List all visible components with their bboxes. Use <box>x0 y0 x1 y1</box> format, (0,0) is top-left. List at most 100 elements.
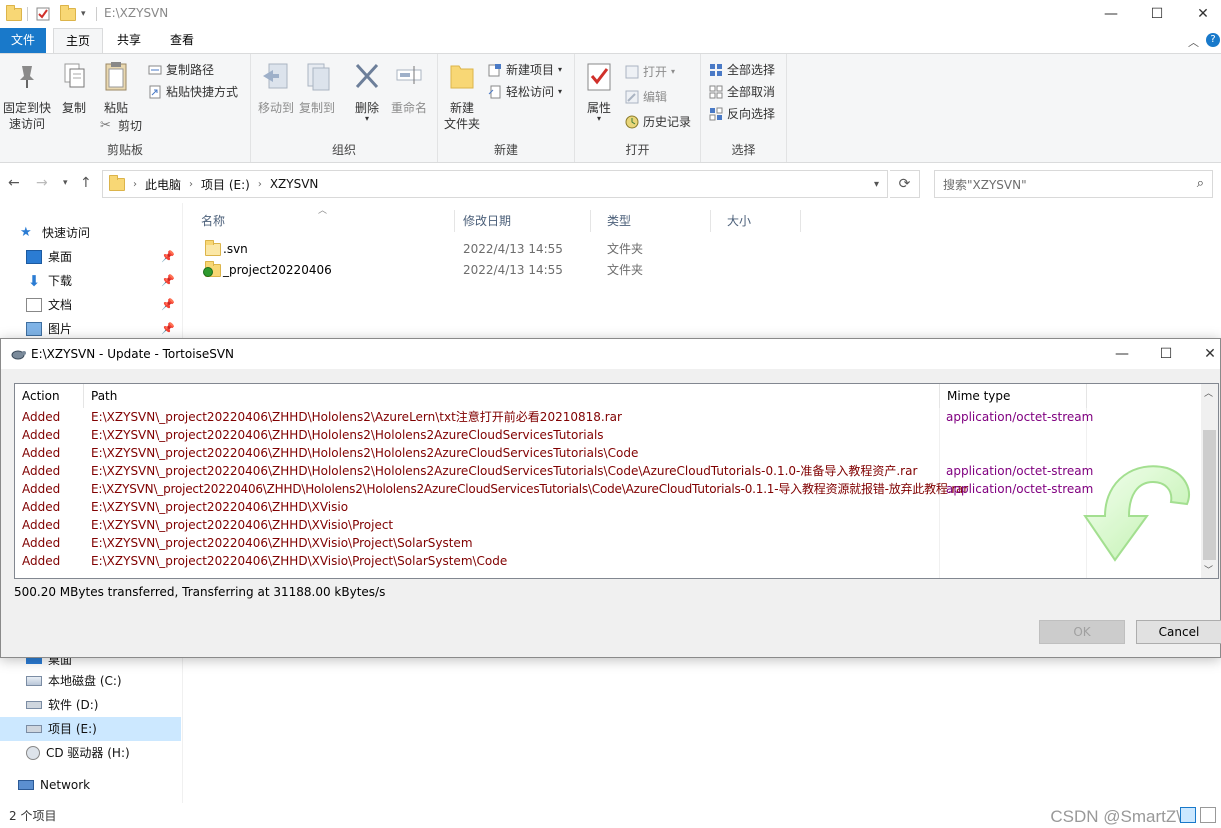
sidebar-network[interactable]: Network <box>0 773 181 797</box>
column-header-size[interactable]: 大小 <box>711 210 801 232</box>
column-header-name[interactable]: 名称 <box>185 210 455 232</box>
pin-icon[interactable]: 📌 <box>161 293 175 317</box>
tab-view[interactable]: 查看 <box>158 28 206 53</box>
up-arrow-icon[interactable]: ↑ <box>80 175 92 191</box>
address-bar[interactable]: › 此电脑 › 项目 (E:) › XZYSVN ▾ <box>102 170 888 198</box>
list-row[interactable]: Added E:\XZYSVN\_project20220406\ZHHD\Ho… <box>15 408 1205 426</box>
list-row[interactable]: Added E:\XZYSVN\_project20220406\ZHHD\Ho… <box>15 444 1205 462</box>
history-button[interactable]: 历史记录 <box>625 112 691 132</box>
sidebar-item-documents[interactable]: 文档 📌 <box>0 293 181 317</box>
invert-selection-button[interactable]: 反向选择 <box>709 104 775 124</box>
scroll-down-icon[interactable]: ﹀ <box>1204 563 1213 576</box>
sidebar-item-downloads[interactable]: ⬇ 下载 📌 <box>0 269 181 293</box>
breadcrumb-separator: › <box>133 178 137 190</box>
open-button[interactable]: 打开 ▾ <box>625 62 675 82</box>
new-folder-button[interactable]: 新建 文件夹 <box>442 60 482 132</box>
pin-icon[interactable]: 📌 <box>161 269 175 293</box>
dialog-minimize-button[interactable]: — <box>1099 340 1145 368</box>
history-icon <box>625 115 639 129</box>
ok-button[interactable]: OK <box>1039 620 1125 644</box>
file-row[interactable]: _project20220406 2022/4/13 14:55 文件夹 <box>199 260 799 281</box>
sidebar-item-drive-d[interactable]: 软件 (D:) <box>0 693 181 717</box>
copy-button[interactable]: 复制 <box>56 60 92 116</box>
list-row[interactable]: Added E:\XZYSVN\_project20220406\ZHHD\XV… <box>15 516 1205 534</box>
properties-icon[interactable] <box>36 5 50 23</box>
paste-shortcut-button[interactable]: 粘贴快捷方式 <box>148 82 238 102</box>
update-list[interactable]: Action Path Mime type Added E:\XZYSVN\_p… <box>14 383 1219 579</box>
scrollbar-thumb[interactable] <box>1203 430 1216 560</box>
forward-arrow-icon[interactable]: → <box>36 175 48 191</box>
sidebar-item-cd-drive[interactable]: CD 驱动器 (H:) <box>0 741 181 765</box>
breadcrumb-separator: › <box>189 178 194 190</box>
tab-home[interactable]: 主页 <box>53 28 104 53</box>
list-row[interactable]: Added E:\XZYSVN\_project20220406\ZHHD\Ho… <box>15 480 1205 498</box>
paste-button[interactable]: 粘贴 <box>98 60 134 116</box>
search-input[interactable]: 搜索"XZYSVN" ⌕ <box>934 170 1213 198</box>
separator <box>96 7 97 21</box>
list-row[interactable]: Added E:\XZYSVN\_project20220406\ZHHD\Ho… <box>15 426 1205 444</box>
move-to-button[interactable]: 移动到 <box>256 60 296 116</box>
file-row[interactable]: .svn 2022/4/13 14:55 文件夹 <box>199 239 799 260</box>
scissors-icon: ✂ <box>100 118 111 133</box>
item-count: 2 个项目 <box>9 809 57 823</box>
properties-button[interactable]: 属性 ▾ <box>581 60 617 123</box>
back-arrow-icon[interactable]: ← <box>8 175 20 191</box>
list-row[interactable]: Added E:\XZYSVN\_project20220406\ZHHD\XV… <box>15 534 1205 552</box>
address-dropdown-icon[interactable]: ▾ <box>874 179 879 190</box>
copy-to-icon <box>307 63 330 91</box>
delete-button[interactable]: 删除 ▾ <box>349 60 385 123</box>
rename-button[interactable]: 重命名 <box>389 60 429 116</box>
tortoisesvn-update-dialog: E:\XZYSVN - Update - TortoiseSVN — ☐ ✕ A… <box>0 338 1221 658</box>
watermark: CSDN @SmartZ\ <box>1050 807 1181 826</box>
sidebar-item-desktop[interactable]: 桌面 📌 <box>0 245 181 269</box>
folder-icon <box>6 4 22 23</box>
dialog-close-button[interactable]: ✕ <box>1187 340 1221 368</box>
pin-icon[interactable]: 📌 <box>161 245 175 269</box>
tab-share[interactable]: 共享 <box>105 28 153 53</box>
document-icon <box>26 298 42 312</box>
collapse-ribbon-icon[interactable]: ︿ <box>1188 34 1199 50</box>
help-icon[interactable]: ? <box>1206 33 1220 47</box>
minimize-button[interactable]: — <box>1088 0 1134 28</box>
copy-path-button[interactable]: 复制路径 <box>148 60 214 80</box>
svn-folder-icon <box>203 261 221 277</box>
breadcrumb-drive-e[interactable]: 项目 (E:) <box>201 176 250 193</box>
column-header-date[interactable]: 修改日期 <box>447 210 591 232</box>
picture-icon <box>26 322 42 336</box>
sidebar-item-drive-e[interactable]: 项目 (E:) <box>0 717 181 741</box>
list-row[interactable]: Added E:\XZYSVN\_project20220406\ZHHD\XV… <box>15 552 1205 570</box>
pin-quick-access-button[interactable]: 固定到快 速访问 <box>2 60 52 132</box>
select-all-button[interactable]: 全部选择 <box>709 60 775 80</box>
new-folder-icon[interactable] <box>60 4 76 23</box>
maximize-button[interactable]: ☐ <box>1134 0 1180 28</box>
column-header-action[interactable]: Action <box>15 384 84 408</box>
cut-button[interactable]: ✂ 剪切 <box>100 116 142 136</box>
large-icons-view-icon[interactable] <box>1200 807 1216 823</box>
column-header-mime[interactable]: Mime type <box>940 384 1087 408</box>
refresh-icon[interactable]: ⟳ <box>890 170 920 198</box>
details-view-icon[interactable] <box>1180 807 1196 823</box>
edit-button[interactable]: 编辑 <box>625 87 667 107</box>
column-header-path[interactable]: Path <box>84 384 940 408</box>
easy-access-button[interactable]: 轻松访问 ▾ <box>488 82 562 102</box>
breadcrumb-xzysvn[interactable]: XZYSVN <box>270 177 319 191</box>
close-button[interactable]: ✕ <box>1180 0 1221 28</box>
list-row[interactable]: Added E:\XZYSVN\_project20220406\ZHHD\Ho… <box>15 462 1205 480</box>
breadcrumb-this-pc[interactable]: 此电脑 <box>145 176 181 193</box>
scroll-up-icon[interactable]: ︿ <box>1204 386 1213 399</box>
cancel-button[interactable]: Cancel <box>1136 620 1221 644</box>
sidebar-quick-access[interactable]: ★ 快速访问 <box>0 221 181 245</box>
customize-toolbar-icon[interactable]: ▾ <box>81 5 86 23</box>
window-title: E:\XZYSVN <box>104 6 169 20</box>
select-none-button[interactable]: 全部取消 <box>709 82 775 102</box>
dialog-maximize-button[interactable]: ☐ <box>1143 340 1189 368</box>
copy-to-button[interactable]: 复制到 <box>297 60 337 116</box>
column-header-type[interactable]: 类型 <box>591 210 711 232</box>
list-row[interactable]: Added E:\XZYSVN\_project20220406\ZHHD\XV… <box>15 498 1205 516</box>
sidebar-item-drive-c[interactable]: 本地磁盘 (C:) <box>0 669 181 693</box>
recent-locations-icon[interactable]: ▾ <box>63 178 68 188</box>
new-item-button[interactable]: 新建项目 ▾ <box>488 60 562 80</box>
vertical-scrollbar[interactable]: ︿ ﹀ <box>1201 384 1218 578</box>
tab-file[interactable]: 文件 <box>0 28 46 53</box>
edit-pencil-icon <box>625 90 639 104</box>
